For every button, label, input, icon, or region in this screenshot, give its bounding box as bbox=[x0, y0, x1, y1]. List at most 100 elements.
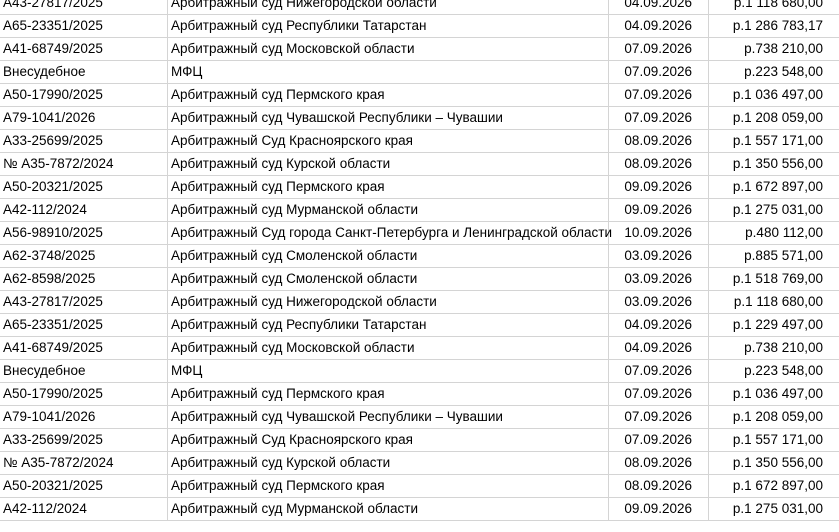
case-number-cell[interactable]: А50-20321/2025 bbox=[0, 176, 168, 198]
case-number-cell[interactable]: А62-3748/2025 bbox=[0, 245, 168, 267]
court-cell[interactable]: Арбитражный суд Нижегородской области bbox=[168, 291, 609, 313]
amount-cell[interactable]: р.1 118 680,00 bbox=[709, 0, 839, 14]
date-cell[interactable]: 10.09.2026 bbox=[609, 222, 709, 244]
date-cell[interactable]: 08.09.2026 bbox=[609, 475, 709, 497]
date-cell[interactable]: 03.09.2026 bbox=[609, 268, 709, 290]
case-number-cell[interactable]: № А35-7872/2024 bbox=[0, 153, 168, 175]
date-cell[interactable]: 07.09.2026 bbox=[609, 383, 709, 405]
case-number-cell[interactable]: А43-27817/2025 bbox=[0, 0, 168, 14]
case-number-cell[interactable]: А33-25699/2025 bbox=[0, 429, 168, 451]
case-number-cell[interactable]: А43-27817/2025 bbox=[0, 291, 168, 313]
date-cell[interactable]: 04.09.2026 bbox=[609, 314, 709, 336]
date-cell[interactable]: 09.09.2026 bbox=[609, 176, 709, 198]
amount-cell[interactable]: р.1 350 556,00 bbox=[709, 452, 839, 474]
court-cell[interactable]: МФЦ bbox=[168, 360, 609, 382]
court-cell[interactable]: Арбитражный суд Пермского края bbox=[168, 383, 609, 405]
amount-cell[interactable]: р.1 557 171,00 bbox=[709, 429, 839, 451]
date-cell[interactable]: 07.09.2026 bbox=[609, 429, 709, 451]
date-cell[interactable]: 04.09.2026 bbox=[609, 0, 709, 14]
table-row: А50-17990/2025 Арбитражный суд Пермского … bbox=[0, 383, 839, 406]
amount-cell[interactable]: р.1 557 171,00 bbox=[709, 130, 839, 152]
case-number-cell[interactable]: А50-17990/2025 bbox=[0, 383, 168, 405]
court-cell[interactable]: Арбитражный суд Республики Татарстан bbox=[168, 314, 609, 336]
date-cell[interactable]: 09.09.2026 bbox=[609, 199, 709, 221]
court-cell[interactable]: Арбитражный суд Республики Татарстан bbox=[168, 15, 609, 37]
case-number-cell[interactable]: А65-23351/2025 bbox=[0, 314, 168, 336]
court-cell[interactable]: Арбитражный суд Пермского края bbox=[168, 475, 609, 497]
date-cell[interactable]: 07.09.2026 bbox=[609, 38, 709, 60]
table-row: А50-20321/2025 Арбитражный суд Пермского … bbox=[0, 475, 839, 498]
date-cell[interactable]: 07.09.2026 bbox=[609, 61, 709, 83]
court-cell[interactable]: Арбитражный суд Московской области bbox=[168, 337, 609, 359]
table-row: А41-68749/2025 Арбитражный суд Московской… bbox=[0, 38, 839, 61]
court-cell[interactable]: Арбитражный суд Смоленской области bbox=[168, 245, 609, 267]
amount-cell[interactable]: р.738 210,00 bbox=[709, 38, 839, 60]
case-number-cell[interactable]: № А35-7872/2024 bbox=[0, 452, 168, 474]
date-cell[interactable]: 03.09.2026 bbox=[609, 291, 709, 313]
case-number-cell[interactable]: А33-25699/2025 bbox=[0, 130, 168, 152]
court-cell[interactable]: Арбитражный суд Чувашской Республики – Ч… bbox=[168, 406, 609, 428]
amount-cell[interactable]: р.1 518 769,00 bbox=[709, 268, 839, 290]
case-number-cell[interactable]: А41-68749/2025 bbox=[0, 337, 168, 359]
court-cell[interactable]: Арбитражный суд Московской области bbox=[168, 38, 609, 60]
date-cell[interactable]: 07.09.2026 bbox=[609, 406, 709, 428]
court-cell[interactable]: Арбитражный Суд города Санкт-Петербурга … bbox=[168, 222, 612, 244]
amount-cell[interactable]: р.1 036 497,00 bbox=[709, 383, 839, 405]
amount-cell[interactable]: р.1 286 783,17 bbox=[709, 15, 839, 37]
case-number-cell[interactable]: А41-68749/2025 bbox=[0, 38, 168, 60]
amount-cell[interactable]: р.885 571,00 bbox=[709, 245, 839, 267]
date-cell[interactable]: 03.09.2026 bbox=[609, 245, 709, 267]
case-number-cell[interactable]: Внесудебное bbox=[0, 360, 168, 382]
amount-cell[interactable]: р.1 036 497,00 bbox=[709, 84, 839, 106]
amount-cell[interactable]: р.480 112,00 bbox=[709, 222, 839, 244]
amount-cell[interactable]: р.1 275 031,00 bbox=[709, 498, 839, 520]
court-cell[interactable]: Арбитражный Суд Красноярского края bbox=[168, 130, 609, 152]
amount-cell[interactable]: р.1 208 059,00 bbox=[709, 406, 839, 428]
case-number-cell[interactable]: А62-8598/2025 bbox=[0, 268, 168, 290]
court-cell[interactable]: Арбитражный суд Курской области bbox=[168, 452, 609, 474]
amount-cell[interactable]: р.1 672 897,00 bbox=[709, 475, 839, 497]
date-cell[interactable]: 04.09.2026 bbox=[609, 337, 709, 359]
amount-cell[interactable]: р.223 548,00 bbox=[709, 61, 839, 83]
date-cell[interactable]: 07.09.2026 bbox=[609, 107, 709, 129]
amount-cell[interactable]: р.223 548,00 bbox=[709, 360, 839, 382]
table-row: А56-98910/2025 Арбитражный Суд города Сан… bbox=[0, 222, 839, 245]
amount-cell[interactable]: р.1 229 497,00 bbox=[709, 314, 839, 336]
court-cell[interactable]: Арбитражный суд Мурманской области bbox=[168, 199, 609, 221]
date-cell[interactable]: 09.09.2026 bbox=[609, 498, 709, 520]
date-cell[interactable]: 04.09.2026 bbox=[609, 15, 709, 37]
case-number-cell[interactable]: Внесудебное bbox=[0, 61, 168, 83]
amount-cell[interactable]: р.1 672 897,00 bbox=[709, 176, 839, 198]
table-row: А79-1041/2026 Арбитражный суд Чувашской Р… bbox=[0, 406, 839, 429]
amount-cell[interactable]: р.1 118 680,00 bbox=[709, 291, 839, 313]
table-row: А42-112/2024 Арбитражный суд Мурманской о… bbox=[0, 498, 839, 521]
case-number-cell[interactable]: А50-17990/2025 bbox=[0, 84, 168, 106]
table-row: А42-112/2024 Арбитражный суд Мурманской о… bbox=[0, 199, 839, 222]
court-cell[interactable]: Арбитражный суд Чувашской Республики – Ч… bbox=[168, 107, 609, 129]
case-number-cell[interactable]: А65-23351/2025 bbox=[0, 15, 168, 37]
case-number-cell[interactable]: А56-98910/2025 bbox=[0, 222, 168, 244]
date-cell[interactable]: 08.09.2026 bbox=[609, 153, 709, 175]
court-cell[interactable]: Арбитражный суд Смоленской области bbox=[168, 268, 609, 290]
court-cell[interactable]: Арбитражный суд Нижегородской области bbox=[168, 0, 609, 14]
date-cell[interactable]: 07.09.2026 bbox=[609, 84, 709, 106]
amount-cell[interactable]: р.1 275 031,00 bbox=[709, 199, 839, 221]
amount-cell[interactable]: р.738 210,00 bbox=[709, 337, 839, 359]
date-cell[interactable]: 08.09.2026 bbox=[609, 130, 709, 152]
table-row: А79-1041/2026 Арбитражный суд Чувашской Р… bbox=[0, 107, 839, 130]
case-number-cell[interactable]: А79-1041/2026 bbox=[0, 406, 168, 428]
court-cell[interactable]: Арбитражный суд Пермского края bbox=[168, 84, 609, 106]
case-number-cell[interactable]: А42-112/2024 bbox=[0, 498, 168, 520]
court-cell[interactable]: Арбитражный суд Мурманской области bbox=[168, 498, 609, 520]
court-cell[interactable]: Арбитражный Суд Красноярского края bbox=[168, 429, 609, 451]
date-cell[interactable]: 07.09.2026 bbox=[609, 360, 709, 382]
case-number-cell[interactable]: А79-1041/2026 bbox=[0, 107, 168, 129]
court-cell[interactable]: Арбитражный суд Пермского края bbox=[168, 176, 609, 198]
date-cell[interactable]: 08.09.2026 bbox=[609, 452, 709, 474]
case-number-cell[interactable]: А42-112/2024 bbox=[0, 199, 168, 221]
court-cell[interactable]: МФЦ bbox=[168, 61, 609, 83]
case-number-cell[interactable]: А50-20321/2025 bbox=[0, 475, 168, 497]
amount-cell[interactable]: р.1 208 059,00 bbox=[709, 107, 839, 129]
court-cell[interactable]: Арбитражный суд Курской области bbox=[168, 153, 609, 175]
amount-cell[interactable]: р.1 350 556,00 bbox=[709, 153, 839, 175]
